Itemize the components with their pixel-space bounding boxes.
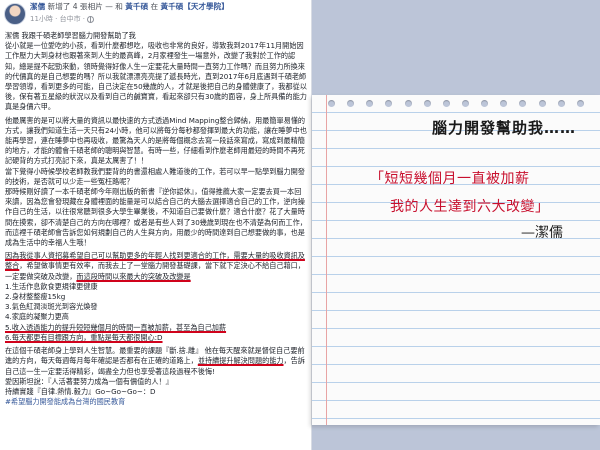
- post-quote: 愛因斯坦說：『人活著要努力成為一個有價值的人！』: [5, 376, 173, 386]
- notebook-card: [312, 95, 600, 425]
- binding-ring: [328, 100, 336, 107]
- tagged-person-link[interactable]: 黃千碩: [125, 2, 148, 11]
- post-body: 潔儒 我跟千碩老師學習腦力開發幫助了我 從小就是一位愛吃的小孩，看到什麼都想吃，…: [5, 31, 307, 407]
- post-header: 潔儒 新增了 4 張相片 — 和 黃千碩 在 黃千碩【天才學院】 11小時 · …: [0, 0, 311, 30]
- post-text: 在這個千碩老師身上學到人生智慧。最重要的課題『斷.捨.離』: [5, 346, 203, 356]
- binding-ring: [347, 100, 355, 107]
- underlined-text: 而這段時間以來最大的突破及改變是: [76, 271, 191, 281]
- post-header-text: 潔儒 新增了 4 張相片 — 和 黃千碩 在 黃千碩【天才學院】: [30, 1, 307, 13]
- post-motto: 持續實踐『自律.熱情.毅力』Go~Go~Go~：D: [5, 386, 156, 396]
- post-meta: 11小時 · 台中市 ·: [30, 14, 95, 24]
- binding-ring: [442, 100, 450, 107]
- post-paragraph-1: 從小就是一位愛吃的小孩，看到什麼都想吃，吸收也非常的良好，導致我到2017年11…: [5, 41, 307, 112]
- page-link[interactable]: 黃千碩【天才學院】: [161, 2, 229, 11]
- notebook-binding: [312, 100, 600, 110]
- list-item: 3.氣色紅潤淡斑光到容光煥發: [5, 302, 98, 312]
- facebook-post: 潔儒 新增了 4 張相片 — 和 黃千碩 在 黃千碩【天才學院】 11小時 · …: [0, 0, 312, 450]
- note-title: 腦力開發幫助我……: [432, 119, 577, 137]
- note-quote-line-2: 我的人生達到六大改變」: [390, 199, 550, 215]
- hashtag-link[interactable]: #希望腦力開發能成為台灣的國民教育: [5, 397, 307, 407]
- binding-ring: [557, 100, 565, 107]
- binding-ring: [500, 100, 508, 107]
- underlined-text: 並持續提升解決問題的能力: [197, 356, 284, 366]
- note-signature: —潔儒: [521, 225, 563, 241]
- change-list: 1.生活作息飲食更規律更健康 2.身材整整瘦15kg 3.氣色紅潤淡斑光到容光煥…: [5, 282, 307, 343]
- post-paragraph-3: 當下覺得小時候學校老師教我們要背的的書還相處人難道後的工作，若可以早一點學到腦力…: [5, 166, 305, 186]
- binding-ring: [462, 100, 470, 107]
- list-item-underlined: 5.收入透過能力的提升短短幾個月的時間一直被加薪，甚至為自己加薪: [5, 322, 227, 332]
- author-link[interactable]: 潔儒: [30, 2, 45, 11]
- post-paragraph-7: 在這個千碩老師身上學到人生智慧。最重要的課題『斷.捨.離』 他在每天醒來就是督促…: [5, 346, 307, 377]
- post-at: 在: [150, 2, 159, 11]
- post-action: 新增了 4 張相片 — 和: [47, 2, 123, 11]
- list-item: 2.身材整整瘦15kg: [5, 292, 66, 302]
- binding-ring: [423, 100, 431, 107]
- binding-ring: [576, 100, 584, 107]
- binding-ring: [385, 100, 393, 107]
- post-paragraph-4: 那時候剛好讀了一本千碩老師今年剛出版的新書『逆你認休』，值得推薦大家一定要去買一…: [5, 187, 307, 248]
- binding-ring: [519, 100, 527, 107]
- list-item: 1.生活作息飲食更規律更健康: [5, 281, 98, 291]
- binding-ring: [404, 100, 412, 107]
- list-item-underlined: 6.每天都更有目標跟方向，重點是每天都很開心:D: [5, 332, 163, 342]
- binding-ring: [538, 100, 546, 107]
- post-paragraph-5: 因為我從事人資招募希望自己可以幫助更多的年輕人找到更適合的工作，需要大量的吸收資…: [5, 251, 307, 282]
- list-item: 4.家庭的凝聚力更高: [5, 312, 69, 322]
- post-time[interactable]: 11小時 · 台中市 ·: [30, 14, 85, 24]
- note-quote-line-1: 「短短幾個月一直被加薪: [370, 171, 530, 187]
- post-paragraph-2: 他最厲害的是可以將大量的資訊以最快速的方式透過Mind Mapping整合歸納，…: [5, 115, 307, 166]
- binding-ring: [366, 100, 374, 107]
- binding-ring: [481, 100, 489, 107]
- post-intro: 潔儒 我跟千碩老師學習腦力開發幫助了我: [5, 31, 136, 40]
- underlined-text: 因為我從事人資招募希望自己可以幫助更多的年輕人找到更適合的工作，: [5, 251, 234, 261]
- avatar[interactable]: [4, 3, 26, 25]
- globe-icon: [87, 15, 95, 23]
